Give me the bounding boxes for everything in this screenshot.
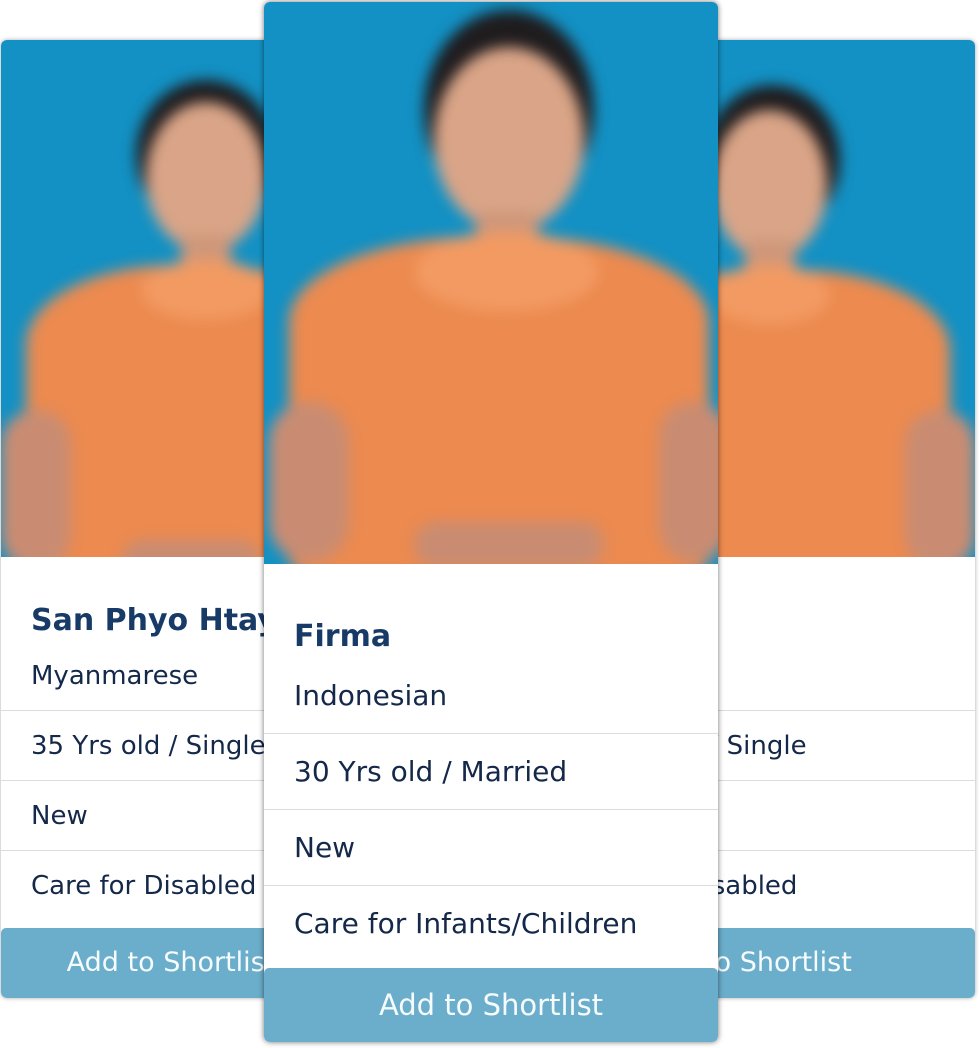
candidate-nationality: Indonesian (264, 658, 718, 734)
candidate-experience: New (264, 810, 718, 886)
candidate-card-center[interactable]: Firma Indonesian 30 Yrs old / Married Ne… (264, 2, 718, 1042)
candidate-carousel: San Phyo Htay Myanmarese 35 Yrs old / Si… (0, 0, 979, 1048)
candidate-photo (264, 2, 718, 564)
candidate-name[interactable]: Firma (264, 564, 718, 658)
candidate-age-status: 30 Yrs old / Married (264, 734, 718, 810)
candidate-info: Firma Indonesian 30 Yrs old / Married Ne… (264, 564, 718, 962)
add-to-shortlist-button[interactable]: Add to Shortlist (264, 968, 718, 1042)
add-to-shortlist-label: Add to Shortlist (66, 947, 276, 978)
add-to-shortlist-label: Add to Shortlist (378, 988, 604, 1022)
candidate-skill: Care for Infants/Children (294, 907, 638, 940)
person-figure (264, 2, 718, 564)
